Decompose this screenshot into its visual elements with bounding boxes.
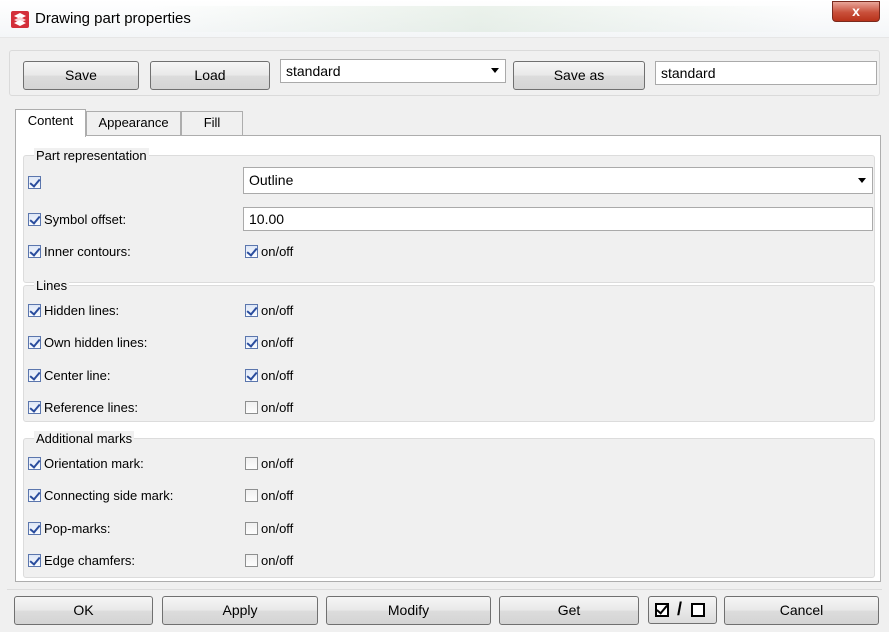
symbol-offset-label: Symbol offset: <box>44 212 127 227</box>
onoff-label: on/off <box>261 400 294 415</box>
modify-button[interactable]: Modify <box>326 596 491 625</box>
slash-icon: / <box>677 599 683 619</box>
representation-row <box>28 175 44 191</box>
orientation-mark-toggle[interactable]: on/off <box>245 456 293 472</box>
connecting-side-mark-checkbox[interactable] <box>28 489 41 502</box>
symbol-offset-checkbox[interactable] <box>28 213 41 226</box>
own-hidden-lines-toggle[interactable]: on/off <box>245 335 293 351</box>
unchecked-box-icon <box>691 603 705 617</box>
connecting-side-mark-onoff-checkbox[interactable] <box>245 489 258 502</box>
chevron-down-icon <box>491 68 499 73</box>
center-line-checkbox[interactable] <box>28 369 41 382</box>
reference-lines-row: Reference lines: <box>28 400 138 416</box>
edge-chamfers-onoff-checkbox[interactable] <box>245 554 258 567</box>
pop-marks-checkbox[interactable] <box>28 522 41 535</box>
center-line-label: Center line: <box>44 368 111 383</box>
load-button[interactable]: Load <box>150 61 270 90</box>
apply-button[interactable]: Apply <box>162 596 318 625</box>
title-bar[interactable]: Drawing part properties x <box>0 0 889 38</box>
save-as-button[interactable]: Save as <box>513 61 645 90</box>
symbol-offset-row: Symbol offset: <box>28 212 126 228</box>
hidden-lines-row: Hidden lines: <box>28 303 119 319</box>
own-hidden-lines-row: Own hidden lines: <box>28 335 147 351</box>
onoff-label: on/off <box>261 521 294 536</box>
reference-lines-checkbox[interactable] <box>28 401 41 414</box>
cancel-button[interactable]: Cancel <box>724 596 879 625</box>
inner-contours-checkbox[interactable] <box>28 245 41 258</box>
onoff-label: on/off <box>261 244 294 259</box>
additional-marks-group: Additional marks Orientation mark: on/of… <box>23 431 875 578</box>
preset-select-value: standard <box>286 63 341 79</box>
part-representation-group: Part representation Outline Symbol offse… <box>23 148 875 283</box>
edge-chamfers-checkbox[interactable] <box>28 554 41 567</box>
orientation-mark-checkbox[interactable] <box>28 457 41 470</box>
representation-select[interactable]: Outline <box>243 167 873 194</box>
onoff-label: on/off <box>261 368 294 383</box>
center-line-toggle[interactable]: on/off <box>245 368 293 384</box>
save-as-input[interactable]: standard <box>655 61 877 85</box>
window-title: Drawing part properties <box>35 10 191 27</box>
pop-marks-toggle[interactable]: on/off <box>245 521 293 537</box>
save-as-value: standard <box>661 65 716 81</box>
chevron-down-icon <box>858 178 866 183</box>
own-hidden-lines-label: Own hidden lines: <box>44 335 148 350</box>
group-title: Part representation <box>34 148 149 163</box>
onoff-label: on/off <box>261 553 294 568</box>
representation-value: Outline <box>249 172 294 188</box>
hidden-lines-toggle[interactable]: on/off <box>245 303 293 319</box>
group-title: Lines <box>34 278 70 293</box>
tab-content[interactable]: Content <box>15 109 86 137</box>
edge-chamfers-toggle[interactable]: on/off <box>245 553 293 569</box>
checked-box-icon <box>655 603 669 617</box>
ok-button[interactable]: OK <box>14 596 153 625</box>
onoff-label: on/off <box>261 488 294 503</box>
preset-toolbar: Save Load standard Save as standard <box>9 50 880 96</box>
get-button[interactable]: Get <box>499 596 639 625</box>
onoff-label: on/off <box>261 335 294 350</box>
connecting-side-mark-label: Connecting side mark: <box>44 488 174 503</box>
close-button[interactable]: x <box>832 1 880 22</box>
pop-marks-row: Pop-marks: <box>28 521 110 537</box>
preset-select[interactable]: standard <box>280 59 506 83</box>
representation-checkbox[interactable] <box>28 176 41 189</box>
tab-fill[interactable]: Fill <box>181 111 243 135</box>
inner-contours-row: Inner contours: <box>28 244 131 260</box>
hidden-lines-label: Hidden lines: <box>44 303 120 318</box>
inner-contours-toggle[interactable]: on/off <box>245 244 293 260</box>
connecting-side-mark-row: Connecting side mark: <box>28 488 173 504</box>
edge-chamfers-row: Edge chamfers: <box>28 553 135 569</box>
onoff-label: on/off <box>261 456 294 471</box>
content-tab-panel: Part representation Outline Symbol offse… <box>15 135 881 582</box>
symbol-offset-input[interactable]: 10.00 <box>243 207 873 231</box>
tab-appearance[interactable]: Appearance <box>86 111 181 135</box>
center-line-row: Center line: <box>28 368 110 384</box>
own-hidden-lines-onoff-checkbox[interactable] <box>245 336 258 349</box>
orientation-mark-onoff-checkbox[interactable] <box>245 457 258 470</box>
center-line-onoff-checkbox[interactable] <box>245 369 258 382</box>
save-button[interactable]: Save <box>23 61 139 90</box>
hidden-lines-checkbox[interactable] <box>28 304 41 317</box>
group-title: Additional marks <box>34 431 135 446</box>
dialog-window: Drawing part properties x Save Load stan… <box>0 0 889 632</box>
edge-chamfers-label: Edge chamfers: <box>44 553 136 568</box>
orientation-mark-row: Orientation mark: <box>28 456 144 472</box>
toggle-all-button[interactable]: / <box>648 596 717 624</box>
inner-contours-onoff-checkbox[interactable] <box>245 245 258 258</box>
reference-lines-onoff-checkbox[interactable] <box>245 401 258 414</box>
symbol-offset-value: 10.00 <box>249 211 285 227</box>
reference-lines-label: Reference lines: <box>44 400 138 415</box>
orientation-mark-label: Orientation mark: <box>44 456 144 471</box>
lines-group: Lines Hidden lines: on/off Own hidden li… <box>23 278 875 422</box>
onoff-label: on/off <box>261 303 294 318</box>
pop-marks-onoff-checkbox[interactable] <box>245 522 258 535</box>
hidden-lines-onoff-checkbox[interactable] <box>245 304 258 317</box>
own-hidden-lines-checkbox[interactable] <box>28 336 41 349</box>
app-logo-icon <box>11 11 29 28</box>
inner-contours-label: Inner contours: <box>44 244 131 259</box>
reference-lines-toggle[interactable]: on/off <box>245 400 293 416</box>
connecting-side-mark-toggle[interactable]: on/off <box>245 488 293 504</box>
pop-marks-label: Pop-marks: <box>44 521 111 536</box>
